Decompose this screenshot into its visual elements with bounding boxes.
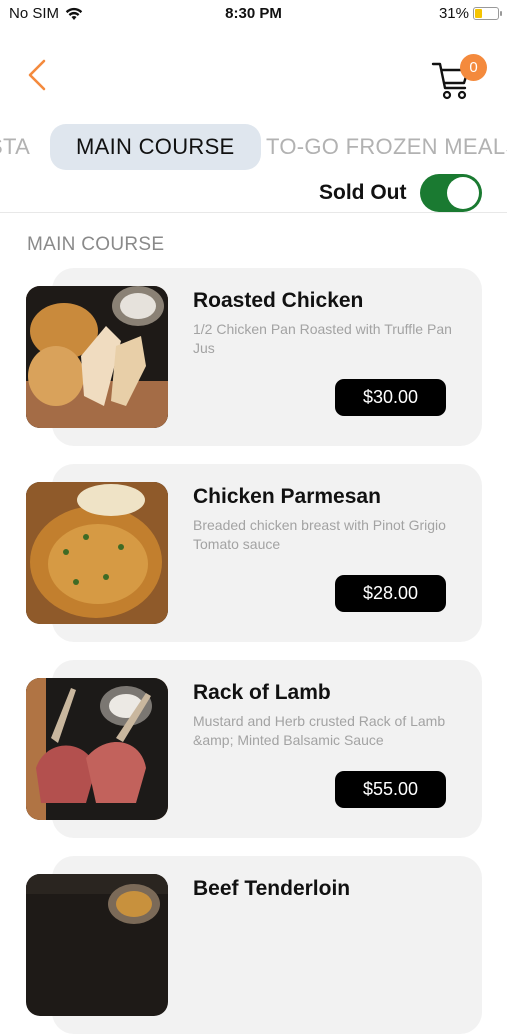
item-description: Breaded chicken breast with Pinot Grigio…	[193, 517, 446, 552]
toggle-knob	[447, 177, 479, 209]
food-image	[26, 286, 168, 428]
menu-item-card[interactable]: Chicken Parmesan Breaded chicken breast …	[26, 464, 482, 642]
menu-item-card[interactable]: Rack of Lamb Mustard and Herb crusted Ra…	[26, 660, 482, 838]
cart-count-badge: 0	[460, 54, 487, 81]
category-tabs: STA MAIN COURSE TO-GO FROZEN MEALS	[0, 124, 507, 172]
battery-percent: 31%	[438, 5, 469, 22]
battery-level	[475, 9, 482, 18]
item-name: Rack of Lamb	[193, 681, 331, 704]
price-button[interactable]: $55.00	[335, 771, 446, 808]
item-name: Roasted Chicken	[193, 289, 364, 312]
price-button[interactable]: $28.00	[335, 575, 446, 612]
item-name: Chicken Parmesan	[193, 485, 381, 508]
tab-pasta[interactable]: STA	[0, 124, 30, 170]
cart-button[interactable]: 0	[430, 54, 490, 100]
menu-item-card[interactable]: Roasted Chicken 1/2 Chicken Pan Roasted …	[26, 268, 482, 446]
item-name: Beef Tenderloin	[193, 877, 351, 900]
status-right: 31%	[438, 5, 502, 22]
header: 0	[0, 28, 507, 116]
price-button[interactable]: $30.00	[335, 379, 446, 416]
food-image	[26, 482, 168, 624]
item-description: Mustard and Herb crusted Rack of Lamb &a…	[193, 713, 446, 748]
section-title: MAIN COURSE	[27, 234, 165, 255]
status-time: 8:30 PM	[225, 5, 282, 22]
menu-item-card[interactable]: Beef Tenderloin	[26, 856, 482, 1034]
sold-out-label: Sold Out	[319, 181, 407, 204]
item-description: 1/2 Chicken Pan Roasted with Truffle Pan…	[193, 321, 452, 356]
food-image	[26, 874, 168, 1016]
status-bar: No SIM 8:30 PM 31%	[0, 0, 507, 28]
tab-main-course[interactable]: MAIN COURSE	[50, 124, 261, 170]
chevron-left-icon	[28, 59, 46, 91]
sold-out-toggle[interactable]	[420, 174, 482, 212]
divider	[0, 212, 507, 213]
tab-to-go-frozen-meals[interactable]: TO-GO FROZEN MEALS	[266, 124, 507, 170]
back-button[interactable]	[24, 56, 54, 94]
battery-icon	[473, 7, 502, 20]
food-image	[26, 678, 168, 820]
